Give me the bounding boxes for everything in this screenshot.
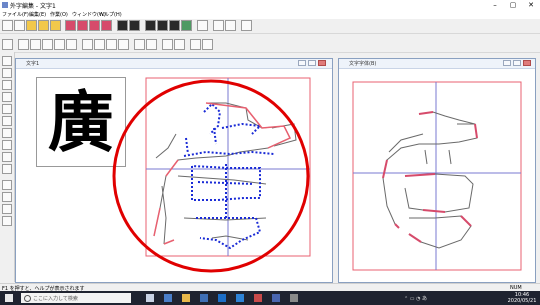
maximize-button[interactable]: ▢ (504, 0, 522, 10)
left-tool-9-icon[interactable] (2, 152, 12, 162)
curve-icon[interactable] (66, 39, 77, 50)
editor-minimize-button[interactable] (298, 60, 306, 66)
pen3-icon[interactable] (106, 39, 117, 50)
task-view-icon[interactable] (146, 294, 154, 302)
folder-red3-icon[interactable] (89, 20, 100, 31)
left-tool-11-icon[interactable] (2, 180, 12, 190)
left-tool-6-icon[interactable] (2, 116, 12, 126)
select-arrow-icon[interactable] (2, 39, 13, 50)
rotate-icon[interactable] (174, 39, 185, 50)
main-toolbar (0, 19, 540, 34)
left-tool-1-icon[interactable] (2, 56, 12, 66)
menu-edit[interactable]: 編集(E) (29, 11, 46, 18)
flip-vertical-icon[interactable] (146, 39, 157, 50)
editor-window[interactable]: 文字1 廣 (15, 58, 333, 283)
help-icon[interactable] (241, 20, 252, 31)
flip-horizontal-icon[interactable] (134, 39, 145, 50)
red-highlight-circle (112, 79, 310, 273)
view-grid-icon[interactable] (145, 20, 156, 31)
zoom-in-icon[interactable] (213, 20, 224, 31)
left-tool-13-icon[interactable] (2, 204, 12, 214)
app-icon-2[interactable] (254, 294, 262, 302)
mirror1-icon[interactable] (190, 39, 201, 50)
menu-file[interactable]: ファイル(F) (2, 11, 29, 18)
preview-maximize-button[interactable] (513, 60, 521, 66)
preview-bounding-box (352, 81, 522, 271)
preview-window[interactable]: 文字字体(B) (338, 58, 536, 283)
app-icon-1[interactable] (236, 294, 244, 302)
menu-help[interactable]: ヘルプ(H) (99, 11, 122, 18)
view-list-icon[interactable] (169, 20, 180, 31)
left-tool-8-icon[interactable] (2, 140, 12, 150)
circle-icon[interactable] (42, 39, 53, 50)
view-split-icon[interactable] (157, 20, 168, 31)
left-tool-4-icon[interactable] (2, 92, 12, 102)
editor-window-title: 文字1 (26, 61, 40, 67)
pen1-icon[interactable] (82, 39, 93, 50)
start-windows-icon[interactable] (5, 294, 13, 302)
system-tray: ⌃ ▭ ◔ あ (404, 294, 464, 302)
store-icon[interactable] (200, 294, 208, 302)
globe-icon[interactable] (197, 20, 208, 31)
search-icon (24, 295, 31, 302)
folder-red4-icon[interactable] (101, 20, 112, 31)
zoom-out-icon[interactable] (225, 20, 236, 31)
left-tool-14-icon[interactable] (2, 216, 12, 226)
mirror2-icon[interactable] (202, 39, 213, 50)
mail-icon[interactable] (218, 294, 226, 302)
clock-date: 2020/05/21 (507, 298, 537, 304)
draw-icon[interactable] (14, 20, 25, 31)
close-button[interactable]: ✕ (522, 0, 540, 10)
tray-icons-label: ⌃ ▭ ◔ あ (404, 296, 428, 302)
ellipse-icon[interactable] (54, 39, 65, 50)
left-tool-12-icon[interactable] (2, 192, 12, 202)
app-icon-4[interactable] (290, 294, 298, 302)
taskbar-search-box[interactable]: ここに入力して検索 (21, 293, 131, 303)
left-tool-3-icon[interactable] (2, 80, 12, 90)
left-toolbar (0, 52, 15, 282)
view-tree-icon[interactable] (181, 20, 192, 31)
left-tool-2-icon[interactable] (2, 68, 12, 78)
tool2-icon[interactable] (30, 39, 41, 50)
minimize-button[interactable]: – (486, 0, 504, 10)
move-icon[interactable] (162, 39, 173, 50)
editor-close-button[interactable] (318, 60, 326, 66)
taskbar-search-placeholder: ここに入力して検索 (33, 296, 78, 302)
clock[interactable]: 10:46 2020/05/21 (506, 292, 538, 304)
app-icon (2, 2, 8, 8)
preview-window-title: 文字字体(B) (349, 61, 377, 67)
new-file-icon[interactable] (2, 20, 13, 31)
preview-glyph-markers (382, 111, 478, 243)
window-title: 外字編集 - 文字1 (10, 3, 56, 10)
folder-red-icon[interactable] (65, 20, 76, 31)
left-tool-7-icon[interactable] (2, 128, 12, 138)
app-icon-3[interactable] (272, 294, 280, 302)
preview-minimize-button[interactable] (503, 60, 511, 66)
glyph-vertex-markers (153, 102, 292, 245)
tool1-icon[interactable] (18, 39, 29, 50)
preview-glyph-outline (382, 111, 478, 249)
left-tool-10-icon[interactable] (2, 164, 12, 174)
menu-work[interactable]: 作業(O) (50, 11, 68, 18)
pen2-icon[interactable] (94, 39, 105, 50)
title-bar: 外字編集 - 文字1 – ▢ ✕ (0, 0, 540, 10)
save-all-icon[interactable] (129, 20, 140, 31)
left-tool-5-icon[interactable] (2, 104, 12, 114)
preview-canvas (352, 81, 522, 271)
open-folder-icon[interactable] (26, 20, 37, 31)
pen4-icon[interactable] (118, 39, 129, 50)
menu-bar: ファイル(F) 編集(E) 作業(O) ウィンドウ(W) ヘルプ(H) (0, 10, 540, 19)
draw-toolbar (0, 38, 540, 53)
file-explorer-icon[interactable] (182, 294, 190, 302)
editor-maximize-button[interactable] (308, 60, 316, 66)
edge-browser-icon[interactable] (164, 294, 172, 302)
glyph-edit-canvas[interactable] (16, 68, 332, 282)
preview-close-button[interactable] (523, 60, 531, 66)
folder-red2-icon[interactable] (77, 20, 88, 31)
open-folder3-icon[interactable] (50, 20, 61, 31)
save-icon[interactable] (117, 20, 128, 31)
open-folder2-icon[interactable] (38, 20, 49, 31)
